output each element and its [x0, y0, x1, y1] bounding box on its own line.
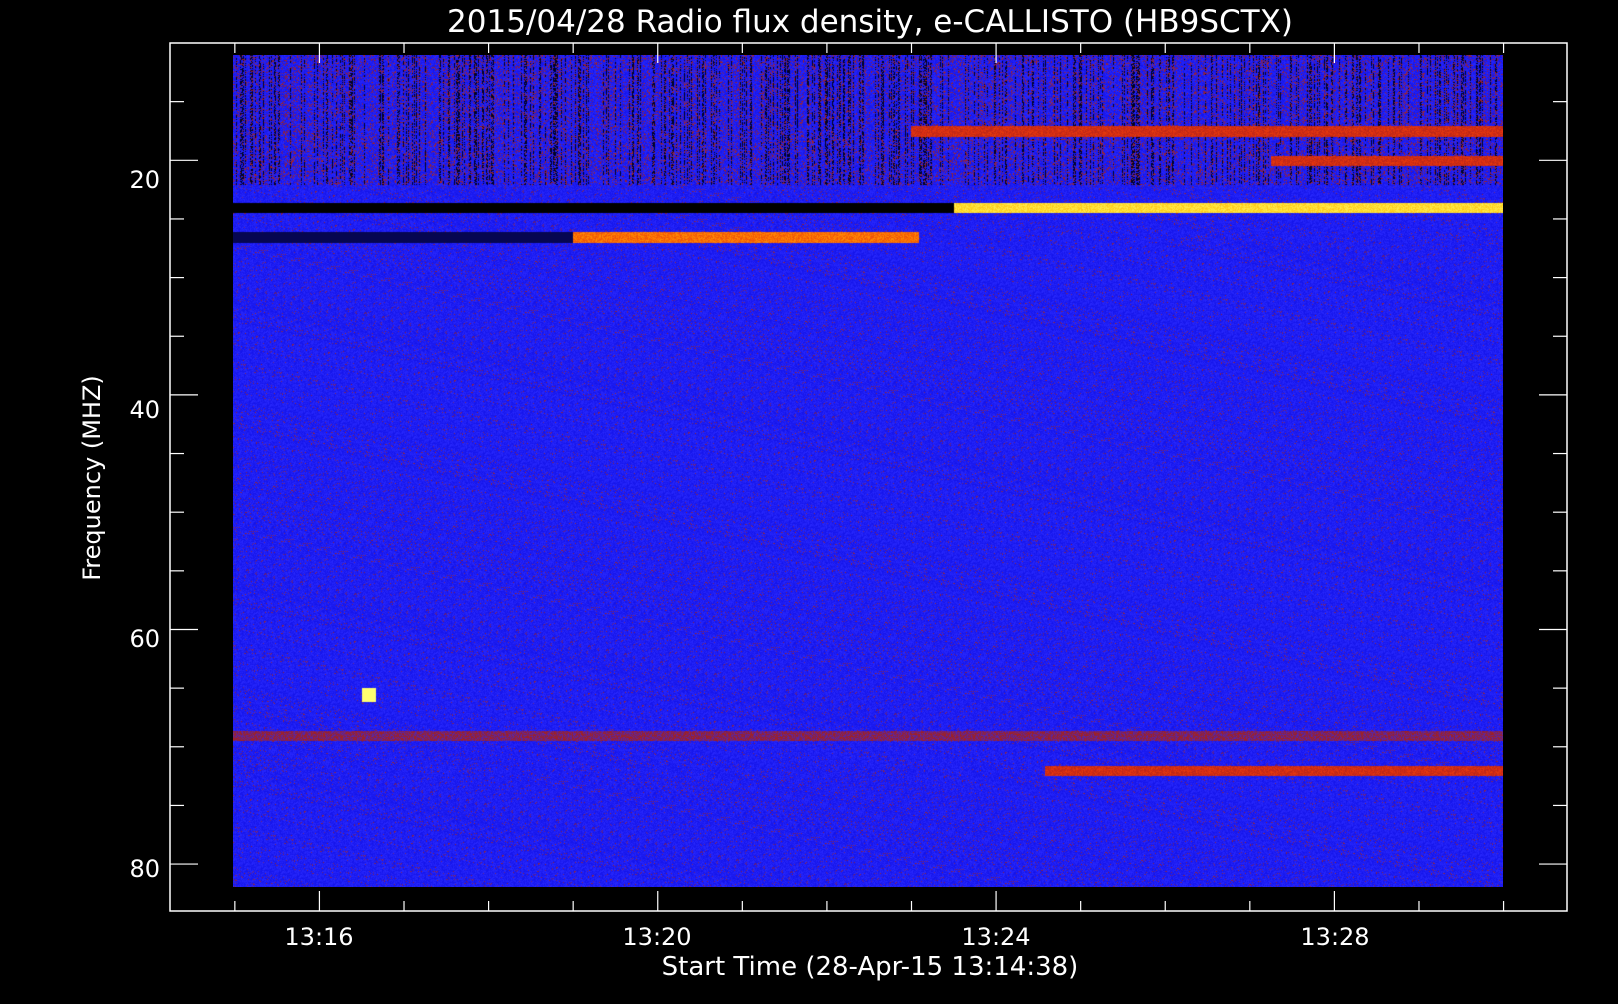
y-tick-label: 20: [129, 166, 160, 194]
y-tick-label: 60: [129, 625, 160, 653]
x-tick-label: 13:24: [961, 923, 1030, 951]
x-axis-label: Start Time (28-Apr-15 13:14:38): [662, 952, 1079, 982]
x-tick-label: 13:16: [284, 923, 353, 951]
spectrogram-figure: 2015/04/28 Radio flux density, e-CALLIST…: [0, 0, 1618, 1000]
chart-title: 2015/04/28 Radio flux density, e-CALLIST…: [447, 4, 1293, 40]
x-tick-labels: 13:16 13:20 13:24 13:28: [284, 923, 1369, 951]
spectrogram-heatmap: [233, 54, 1504, 888]
x-tick-label: 13:20: [622, 923, 691, 951]
y-axis-label: Frequency (MHZ): [78, 375, 106, 581]
y-tick-labels: 20 40 60 80: [129, 166, 160, 883]
y-tick-label: 80: [129, 855, 160, 883]
y-tick-label: 40: [129, 396, 160, 424]
x-tick-label: 13:28: [1300, 923, 1369, 951]
spectrogram-chart: 2015/04/28 Radio flux density, e-CALLIST…: [78, 4, 1568, 982]
